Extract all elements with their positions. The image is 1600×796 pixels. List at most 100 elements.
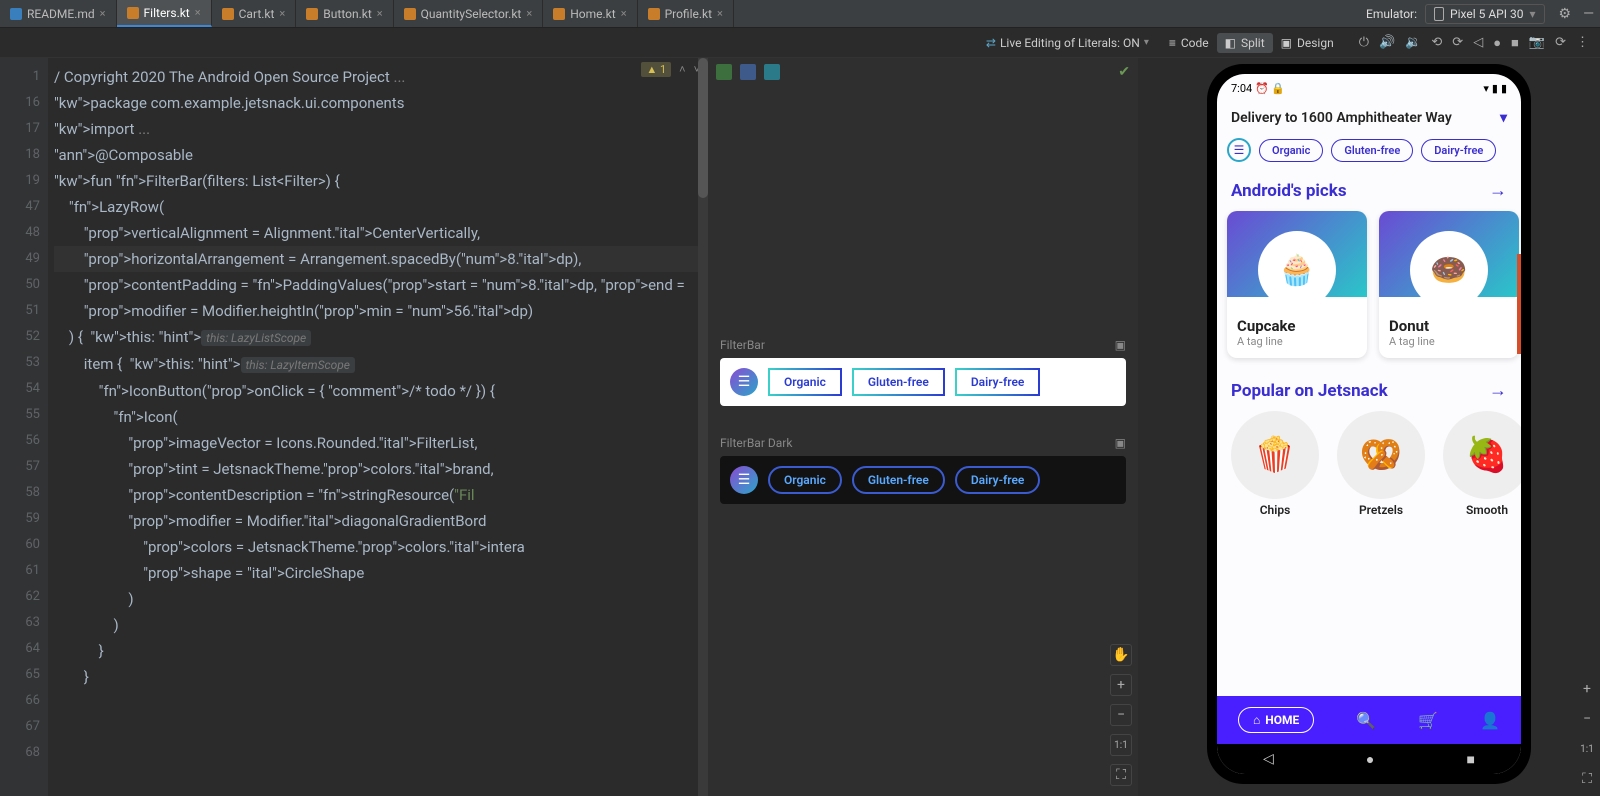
animation-preview-icon[interactable] bbox=[764, 64, 780, 80]
chip-organic[interactable]: Organic bbox=[768, 368, 842, 396]
tab-filters[interactable]: Filters.kt× bbox=[117, 0, 212, 27]
sys-back-icon[interactable]: ◁ bbox=[1263, 751, 1274, 767]
tab-readme[interactable]: README.md× bbox=[0, 0, 117, 27]
sys-home-icon[interactable]: ● bbox=[1366, 751, 1374, 768]
tab-cart[interactable]: Cart.kt× bbox=[212, 0, 297, 27]
preview-filterbar-light: ☰ Organic Gluten-free Dairy-free bbox=[720, 358, 1126, 406]
code-editor[interactable]: 1161718194748495051525354555657585960616… bbox=[0, 58, 708, 796]
close-icon[interactable]: × bbox=[195, 6, 201, 19]
chip-organic[interactable]: Organic bbox=[1259, 139, 1323, 162]
phone-filter-row: ☰ Organic Gluten-free Dairy-free bbox=[1217, 134, 1521, 172]
sys-overview-icon[interactable]: ■ bbox=[1466, 751, 1474, 768]
close-icon[interactable]: × bbox=[717, 7, 723, 20]
close-icon[interactable]: × bbox=[279, 7, 285, 20]
kotlin-file-icon bbox=[553, 8, 565, 20]
back-icon[interactable]: ◁ bbox=[1468, 35, 1488, 50]
snack-circle-smooth[interactable]: 🍓Smooth bbox=[1443, 411, 1521, 517]
zoom-fit-icon[interactable]: ⛶ bbox=[1110, 764, 1132, 786]
rotate-right-icon[interactable]: ⟳ bbox=[1447, 35, 1468, 50]
chip-dairyfree[interactable]: Dairy-free bbox=[955, 368, 1041, 396]
snack-card-donut[interactable]: 🍩 DonutA tag line bbox=[1379, 211, 1519, 358]
minimize-icon[interactable]: — bbox=[1577, 6, 1600, 22]
snack-circle-chips[interactable]: 🍿Chips bbox=[1231, 411, 1319, 517]
nav-cart-icon[interactable]: 🛒 bbox=[1418, 711, 1438, 730]
chip-glutenfree[interactable]: Gluten-free bbox=[852, 466, 945, 494]
design-icon: ▣ bbox=[1281, 36, 1292, 50]
kotlin-file-icon bbox=[648, 8, 660, 20]
close-icon[interactable]: × bbox=[621, 7, 627, 20]
volume-down-icon[interactable]: 🔉 bbox=[1400, 35, 1426, 50]
device-screen[interactable]: 7:04 ⏰ 🔒 ▾▮▮ Delivery to 1600 Amphitheat… bbox=[1217, 74, 1521, 774]
tab-quantity[interactable]: QuantitySelector.kt× bbox=[394, 0, 544, 27]
screenshot-icon[interactable]: 📷 bbox=[1524, 35, 1550, 50]
filter-list-icon[interactable]: ☰ bbox=[1227, 138, 1251, 162]
preview-zoom-controls: ✋ + − 1:1 ⛶ bbox=[1110, 644, 1132, 786]
arrow-right-icon[interactable]: → bbox=[1489, 180, 1507, 201]
kotlin-file-icon bbox=[127, 7, 139, 19]
overview-icon[interactable]: ■ bbox=[1506, 35, 1524, 51]
deploy-preview-icon[interactable]: ▣ bbox=[1115, 338, 1126, 352]
warning-badge[interactable]: ▲ 1 bbox=[641, 62, 671, 77]
close-icon[interactable]: × bbox=[100, 7, 106, 20]
power-icon[interactable]: ⏻ bbox=[1354, 35, 1374, 50]
zoom-in-icon[interactable]: + bbox=[1576, 678, 1598, 700]
delivery-header[interactable]: Delivery to 1600 Amphitheater Way▾ bbox=[1217, 102, 1521, 134]
zoom-out-icon[interactable]: − bbox=[1576, 708, 1598, 730]
refresh-preview-icon[interactable] bbox=[716, 64, 732, 80]
zoom-in-icon[interactable]: + bbox=[1110, 674, 1132, 696]
pan-icon[interactable]: ✋ bbox=[1110, 644, 1132, 666]
tab-profile[interactable]: Profile.kt× bbox=[638, 0, 734, 27]
markdown-file-icon bbox=[10, 8, 22, 20]
arrow-right-icon[interactable]: → bbox=[1489, 380, 1507, 401]
system-nav-bar: ◁ ● ■ bbox=[1217, 744, 1521, 774]
kotlin-file-icon bbox=[404, 8, 416, 20]
snack-card-cupcake[interactable]: 🧁 CupcakeA tag line bbox=[1227, 211, 1367, 358]
scroll-indicator bbox=[1517, 254, 1521, 354]
interactive-preview-icon[interactable] bbox=[740, 64, 756, 80]
close-icon[interactable]: × bbox=[377, 7, 383, 20]
zoom-reset-icon[interactable]: 1:1 bbox=[1110, 734, 1132, 756]
tab-button[interactable]: Button.kt× bbox=[296, 0, 393, 27]
volume-up-icon[interactable]: 🔊 bbox=[1374, 35, 1400, 50]
zoom-fit-icon[interactable]: ⛶ bbox=[1576, 768, 1598, 790]
status-bar: 7:04 ⏰ 🔒 ▾▮▮ bbox=[1217, 74, 1521, 102]
view-split-button[interactable]: ◧Split bbox=[1217, 33, 1273, 53]
close-icon[interactable]: × bbox=[526, 7, 532, 20]
code-area[interactable]: / Copyright 2020 The Android Open Source… bbox=[48, 58, 708, 796]
editor-scrollbar[interactable] bbox=[698, 58, 708, 796]
emulator-device-select[interactable]: Pixel 5 API 30▾ bbox=[1425, 4, 1544, 24]
reload-icon[interactable]: ⟳ bbox=[1550, 35, 1571, 50]
chevron-down-icon: ▾ bbox=[1144, 37, 1149, 48]
snack-circle-pretzels[interactable]: 🥨Pretzels bbox=[1337, 411, 1425, 517]
filter-list-icon[interactable]: ☰ bbox=[730, 368, 758, 396]
view-code-button[interactable]: ≡Code bbox=[1161, 33, 1217, 53]
section-androids-picks: Android's picks bbox=[1231, 181, 1347, 201]
filter-list-icon[interactable]: ☰ bbox=[730, 466, 758, 494]
kotlin-file-icon bbox=[306, 8, 318, 20]
zoom-reset-icon[interactable]: 1:1 bbox=[1576, 738, 1598, 760]
home-icon: ⌂ bbox=[1253, 713, 1260, 727]
prev-highlight-icon[interactable]: ˄ bbox=[679, 63, 685, 76]
chip-glutenfree[interactable]: Gluten-free bbox=[852, 368, 945, 396]
zoom-out-icon[interactable]: − bbox=[1110, 704, 1132, 726]
rotate-left-icon[interactable]: ⟲ bbox=[1426, 35, 1447, 50]
nav-search-icon[interactable]: 🔍 bbox=[1356, 711, 1376, 730]
tab-home[interactable]: Home.kt× bbox=[543, 0, 637, 27]
emulator-label: Emulator: bbox=[1358, 7, 1425, 21]
chip-dairyfree[interactable]: Dairy-free bbox=[1421, 139, 1496, 162]
chip-organic[interactable]: Organic bbox=[768, 466, 842, 494]
settings-icon[interactable]: ⚙ bbox=[1553, 6, 1578, 22]
chip-dairyfree[interactable]: Dairy-free bbox=[955, 466, 1041, 494]
deploy-preview-icon[interactable]: ▣ bbox=[1115, 436, 1126, 450]
emulator-zoom-controls: + − 1:1 ⛶ bbox=[1576, 678, 1598, 790]
snack-image: 🧁 bbox=[1258, 231, 1336, 309]
live-editing-toggle[interactable]: ⇄Live Editing of Literals: ON▾ bbox=[986, 36, 1149, 50]
home-icon[interactable]: ● bbox=[1488, 35, 1506, 51]
view-design-button[interactable]: ▣Design bbox=[1273, 33, 1342, 53]
chip-glutenfree[interactable]: Gluten-free bbox=[1331, 139, 1413, 162]
nav-profile-icon[interactable]: 👤 bbox=[1480, 711, 1500, 730]
more-icon[interactable]: ⋮ bbox=[1571, 35, 1594, 50]
nav-home-button[interactable]: ⌂HOME bbox=[1238, 707, 1314, 733]
chevron-down-icon: ▾ bbox=[1500, 110, 1507, 126]
view-toolbar: ⇄Live Editing of Literals: ON▾ ≡Code ◧Sp… bbox=[0, 28, 1600, 58]
